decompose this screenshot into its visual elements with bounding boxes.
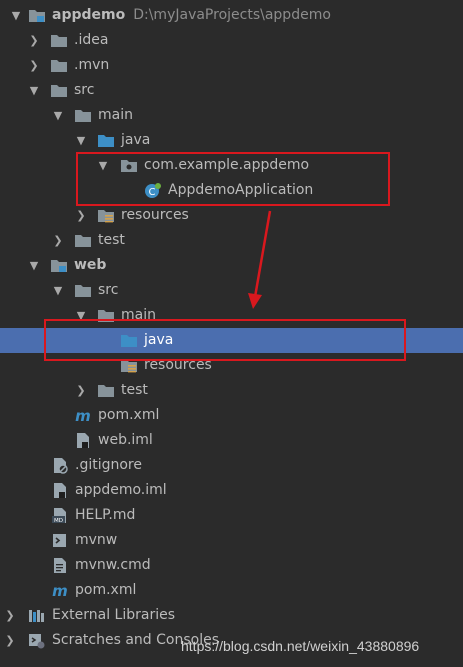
- iml-file-icon: [74, 432, 92, 449]
- tree-node-mvnw-cmd[interactable]: mvnw.cmd: [0, 553, 463, 578]
- annotation-box-source: [76, 152, 390, 206]
- folder-icon: [74, 107, 92, 124]
- node-label: appdemo D:\myJavaProjects\appdemo: [52, 3, 331, 28]
- node-label: pom.xml: [75, 582, 137, 598]
- node-label: .gitignore: [75, 457, 142, 473]
- node-label: mvnw.cmd: [75, 557, 151, 573]
- library-icon: [28, 607, 46, 624]
- svg-text:m: m: [75, 407, 91, 424]
- chevron-down-icon[interactable]: ▼: [75, 128, 87, 153]
- text-file-icon: [51, 557, 69, 574]
- svg-text:MD: MD: [54, 518, 63, 524]
- module-folder-icon: [50, 257, 68, 274]
- tree-node-web-iml[interactable]: web.iml: [0, 428, 463, 453]
- folder-icon: [50, 82, 68, 99]
- maven-icon: m: [74, 407, 92, 424]
- tree-node-mvnw[interactable]: mvnw: [0, 528, 463, 553]
- folder-icon: [50, 57, 68, 74]
- tree-node-external-libraries[interactable]: ❯ External Libraries: [0, 603, 463, 628]
- tree-node-test[interactable]: ❯ test: [0, 228, 463, 253]
- node-label: appdemo.iml: [75, 482, 167, 498]
- node-label: .idea: [74, 32, 109, 48]
- source-folder-icon: [97, 132, 115, 149]
- node-label: src: [74, 82, 95, 98]
- node-label: test: [121, 382, 148, 398]
- tree-node-gitignore[interactable]: .gitignore: [0, 453, 463, 478]
- tree-node-pom[interactable]: m pom.xml: [0, 578, 463, 603]
- node-label: test: [98, 232, 125, 248]
- chevron-right-icon[interactable]: ❯: [28, 28, 40, 53]
- node-label: External Libraries: [52, 607, 175, 623]
- module-path: D:\myJavaProjects\appdemo: [133, 7, 331, 23]
- node-label: pom.xml: [98, 407, 160, 423]
- node-label: main: [98, 107, 133, 123]
- tree-node-web[interactable]: ▼ web: [0, 253, 463, 278]
- tree-node-web-pom[interactable]: m pom.xml: [0, 403, 463, 428]
- chevron-right-icon[interactable]: ❯: [28, 53, 40, 78]
- ignore-file-icon: [51, 457, 69, 474]
- tree-node-src[interactable]: ▼ src: [0, 78, 463, 103]
- node-label: .mvn: [74, 57, 110, 73]
- annotation-box-target: [44, 319, 406, 361]
- tree-node-mvn[interactable]: ❯ .mvn: [0, 53, 463, 78]
- folder-icon: [74, 232, 92, 249]
- scratches-icon: [28, 632, 46, 649]
- tree-node-java[interactable]: ▼ java: [0, 128, 463, 153]
- folder-icon: [50, 32, 68, 49]
- module-name: appdemo: [52, 7, 126, 23]
- chevron-down-icon[interactable]: ▼: [10, 3, 22, 28]
- node-label: resources: [121, 207, 189, 223]
- iml-file-icon: [51, 482, 69, 499]
- resources-folder-icon: [97, 207, 115, 224]
- node-label: src: [98, 282, 119, 298]
- chevron-right-icon[interactable]: ❯: [4, 603, 16, 628]
- chevron-right-icon[interactable]: ❯: [52, 228, 64, 253]
- chevron-down-icon[interactable]: ▼: [52, 278, 64, 303]
- chevron-right-icon[interactable]: ❯: [75, 378, 87, 403]
- tree-node-appdemo[interactable]: ▼ appdemo D:\myJavaProjects\appdemo: [0, 3, 463, 28]
- tree-node-web-test[interactable]: ❯ test: [0, 378, 463, 403]
- tree-node-help[interactable]: MD HELP.md: [0, 503, 463, 528]
- maven-icon: m: [51, 582, 69, 599]
- chevron-down-icon[interactable]: ▼: [52, 103, 64, 128]
- tree-node-web-src[interactable]: ▼ src: [0, 278, 463, 303]
- markdown-file-icon: MD: [51, 507, 69, 524]
- chevron-down-icon[interactable]: ▼: [28, 253, 40, 278]
- chevron-down-icon[interactable]: ▼: [28, 78, 40, 103]
- watermark: https://blog.csdn.net/weixin_43880896: [181, 638, 420, 654]
- folder-icon: [74, 282, 92, 299]
- node-label: web.iml: [98, 432, 153, 448]
- chevron-right-icon[interactable]: ❯: [4, 628, 16, 653]
- node-label: web: [74, 257, 107, 273]
- folder-icon: [97, 382, 115, 399]
- tree-node-resources[interactable]: ❯ resources: [0, 203, 463, 228]
- module-folder-icon: [28, 7, 46, 24]
- tree-node-main[interactable]: ▼ main: [0, 103, 463, 128]
- svg-text:m: m: [52, 582, 68, 599]
- tree-node-idea[interactable]: ❯ .idea: [0, 28, 463, 53]
- shell-script-icon: [51, 532, 69, 549]
- chevron-right-icon[interactable]: ❯: [75, 203, 87, 228]
- node-label: HELP.md: [75, 507, 136, 523]
- node-label: mvnw: [75, 532, 118, 548]
- node-label: java: [121, 132, 151, 148]
- tree-node-appdemo-iml[interactable]: appdemo.iml: [0, 478, 463, 503]
